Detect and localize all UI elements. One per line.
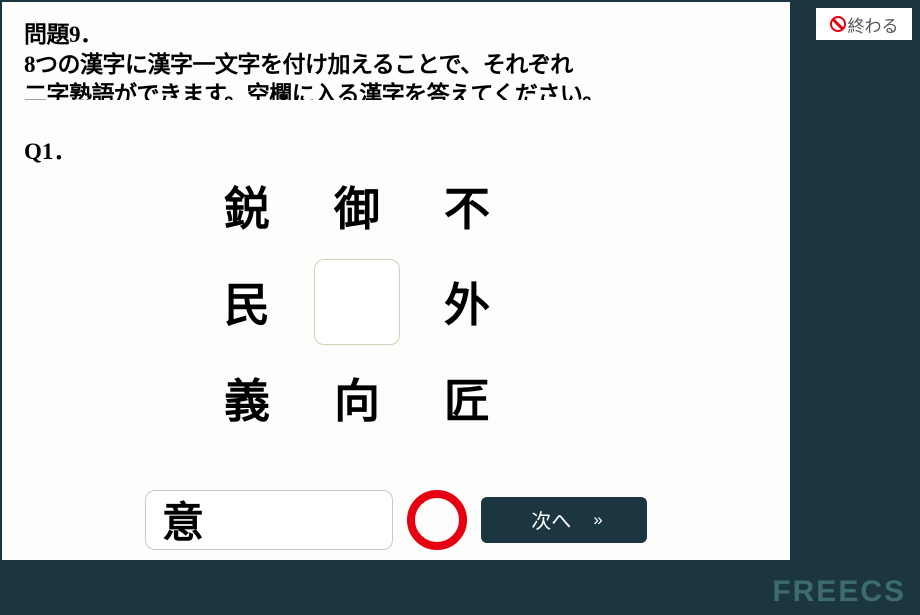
kanji-bottom-center: 向	[334, 365, 380, 431]
problem-text-line1: 8つの漢字に漢字一文字を付け加えることで、それぞれ	[24, 50, 768, 80]
kanji-top-right: 不	[444, 173, 490, 239]
kanji-mid-right: 外	[444, 269, 490, 335]
kanji-bottom-right: 匠	[444, 365, 490, 431]
kanji-center-blank	[314, 259, 400, 345]
brand-logo: FREECS	[772, 575, 906, 609]
kanji-grid: 鋭 御 不 民 外 義 向 匠	[192, 158, 768, 446]
problem-number: 問題9．	[24, 20, 768, 50]
problem-text-line2-clipped: 二字熟語ができます。空欄に入る漢字を答えてください。	[24, 80, 768, 100]
stop-icon	[830, 16, 846, 32]
chevron-right-icon: »	[593, 510, 596, 530]
answer-input[interactable]	[145, 490, 393, 550]
end-button[interactable]: 終わる	[816, 8, 912, 40]
answer-row: 次へ »	[24, 490, 768, 550]
quiz-paper: 問題9． 8つの漢字に漢字一文字を付け加えることで、それぞれ 二字熟語ができます…	[2, 2, 790, 560]
kanji-top-center: 御	[334, 173, 380, 239]
kanji-top-left: 鋭	[224, 173, 270, 239]
kanji-mid-left: 民	[224, 269, 270, 335]
kanji-bottom-left: 義	[224, 365, 270, 431]
problem-header: 問題9． 8つの漢字に漢字一文字を付け加えることで、それぞれ 二字熟語ができます…	[24, 20, 768, 100]
end-button-label: 終わる	[848, 12, 899, 37]
next-button[interactable]: 次へ »	[481, 497, 647, 543]
correct-mark-icon	[407, 490, 467, 550]
next-button-label: 次へ	[531, 505, 571, 534]
